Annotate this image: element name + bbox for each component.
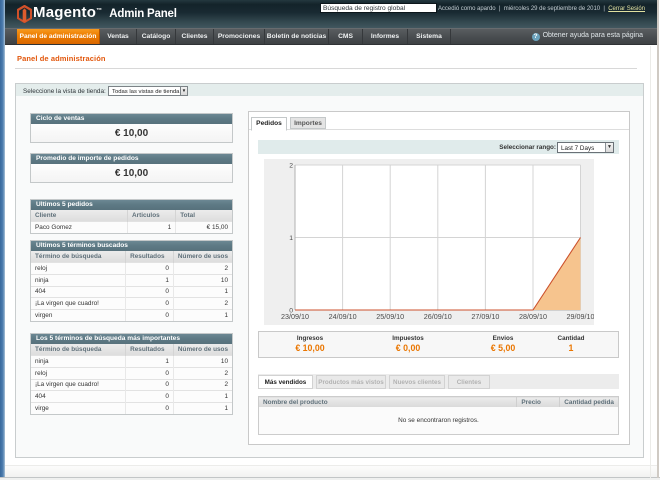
- svg-text:1: 1: [289, 235, 293, 242]
- svg-text:29/09/10: 29/09/10: [567, 312, 594, 321]
- svg-text:24/09/10: 24/09/10: [329, 312, 357, 321]
- svg-text:27/09/10: 27/09/10: [471, 312, 499, 321]
- svg-text:2: 2: [289, 163, 293, 170]
- svg-text:26/09/10: 26/09/10: [424, 312, 452, 321]
- svg-text:23/09/10: 23/09/10: [281, 312, 309, 321]
- svg-text:28/09/10: 28/09/10: [519, 312, 547, 321]
- svg-text:25/09/10: 25/09/10: [376, 312, 404, 321]
